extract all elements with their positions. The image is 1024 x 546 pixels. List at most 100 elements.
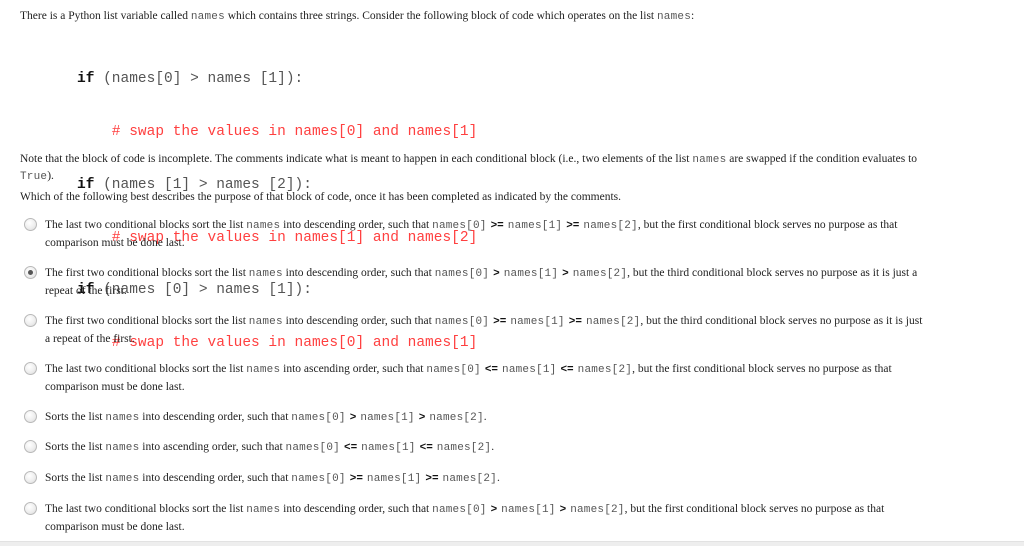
radio-button[interactable] — [24, 218, 37, 231]
option-operator: > — [559, 504, 567, 516]
code-text: (names[0] > names [1]): — [94, 71, 304, 88]
option-text-mid: into descending order, such that — [280, 503, 433, 515]
option-text-pre: Sorts the list — [45, 411, 106, 423]
intro-var2: names — [657, 11, 692, 23]
answer-option[interactable]: Sorts the list names into descending ord… — [24, 470, 924, 488]
option-label: Sorts the list names into descending ord… — [45, 470, 924, 488]
option-text-mid: into ascending order, such that — [139, 441, 286, 453]
answer-option[interactable]: Sorts the list names into ascending orde… — [24, 439, 924, 457]
option-operator: >= — [566, 220, 580, 232]
option-expr: names[1] — [502, 364, 557, 376]
radio-button-selected[interactable] — [24, 266, 37, 279]
option-label: The last two conditional blocks sort the… — [45, 217, 924, 252]
option-expr: names[2] — [572, 268, 628, 280]
option-var: names — [246, 504, 281, 516]
answer-option[interactable]: The last two conditional blocks sort the… — [24, 217, 924, 252]
answer-option[interactable]: The last two conditional blocks sort the… — [24, 361, 924, 396]
option-expr: names[2] — [577, 364, 633, 376]
intro-var: names — [190, 11, 225, 23]
note-part2: are swapped if the condition evaluates t… — [726, 153, 918, 165]
option-text-post: . — [496, 472, 500, 484]
option-label: The last two conditional blocks sort the… — [45, 361, 924, 396]
option-expr: names[0] — [434, 316, 490, 328]
radio-button[interactable] — [24, 471, 37, 484]
code-keyword: if — [77, 71, 95, 88]
option-text-pre: The last two conditional blocks sort the… — [45, 503, 247, 515]
option-text-post: . — [491, 441, 495, 453]
option-expr: names[2] — [585, 316, 641, 328]
option-expr: names[0] — [434, 268, 490, 280]
option-operator: > — [349, 412, 357, 424]
option-text-mid: into descending order, such that — [139, 411, 292, 423]
option-text-pre: The first two conditional blocks sort th… — [45, 315, 249, 327]
option-text-mid: into descending order, such that — [280, 219, 433, 231]
option-var: names — [248, 268, 283, 280]
option-operator: > — [490, 504, 498, 516]
option-operator: >= — [425, 473, 439, 485]
option-text-mid: into ascending order, such that — [280, 363, 427, 375]
option-text-post: . — [483, 411, 487, 423]
code-comment: # swap the values in names[0] and names[… — [77, 123, 478, 140]
option-expr: names[0] — [285, 442, 340, 454]
option-operator: <= — [560, 364, 574, 376]
option-operator: > — [562, 268, 569, 280]
option-expr: names[2] — [442, 473, 497, 485]
code-line: if (names[0] > names [1]): — [77, 71, 477, 89]
option-var: names — [105, 412, 140, 424]
option-expr: names[0] — [291, 412, 346, 424]
radio-button[interactable] — [24, 410, 37, 423]
option-operator: <= — [343, 442, 358, 454]
note-true-keyword: True — [20, 171, 48, 183]
option-label: The first two conditional blocks sort th… — [45, 265, 924, 300]
note-part1: Note that the block of code is incomplet… — [20, 153, 693, 165]
option-text-mid: into descending order, such that — [282, 267, 435, 279]
note-var: names — [692, 154, 727, 166]
option-text-pre: The last two conditional blocks sort the… — [45, 363, 247, 375]
option-text-pre: Sorts the list — [45, 472, 106, 484]
intro-after: which contains three strings. Consider t… — [224, 10, 657, 22]
answer-option[interactable]: The first two conditional blocks sort th… — [24, 265, 924, 300]
option-operator: <= — [484, 364, 499, 376]
option-text-pre: Sorts the list — [45, 441, 106, 453]
option-text-pre: The first two conditional blocks sort th… — [45, 267, 249, 279]
option-expr: names[1] — [361, 442, 416, 454]
intro-end: : — [691, 10, 695, 22]
option-expr: names[0] — [432, 504, 487, 516]
option-text-mid: into descending order, such that — [139, 472, 292, 484]
option-expr: names[0] — [291, 473, 346, 485]
radio-button[interactable] — [24, 314, 37, 327]
note-part3: ). — [47, 170, 54, 182]
option-label: The first two conditional blocks sort th… — [45, 313, 924, 348]
option-label: The last two conditional blocks sort the… — [45, 501, 924, 536]
option-expr: names[1] — [366, 473, 422, 485]
option-var: names — [248, 316, 283, 328]
option-expr: names[2] — [436, 442, 492, 454]
intro-before: There is a Python list variable called — [20, 10, 191, 22]
option-var: names — [246, 364, 281, 376]
option-text-mid: into descending order, such that — [282, 315, 435, 327]
answer-option[interactable]: The last two conditional blocks sort the… — [24, 501, 924, 536]
radio-button[interactable] — [24, 440, 37, 453]
question-text: Which of the following best describes th… — [20, 191, 622, 203]
bottom-divider — [0, 541, 1024, 546]
option-expr: names[2] — [583, 220, 638, 232]
option-expr: names[0] — [426, 364, 481, 376]
option-expr: names[1] — [507, 220, 563, 232]
option-operator: >= — [349, 473, 363, 485]
option-var: names — [105, 473, 140, 485]
option-label: Sorts the list names into descending ord… — [45, 409, 924, 427]
radio-button[interactable] — [24, 362, 37, 375]
radio-button[interactable] — [24, 502, 37, 515]
option-operator: > — [493, 268, 500, 280]
option-expr: names[0] — [432, 220, 487, 232]
option-expr: names[1] — [503, 268, 559, 280]
answer-option[interactable]: Sorts the list names into descending ord… — [24, 409, 924, 427]
option-operator: >= — [493, 316, 507, 328]
answer-option[interactable]: The first two conditional blocks sort th… — [24, 313, 924, 348]
quiz-page: There is a Python list variable called n… — [0, 0, 1024, 541]
option-operator: > — [418, 412, 426, 424]
option-expr: names[1] — [360, 412, 415, 424]
option-expr: names[1] — [510, 316, 565, 328]
option-var: names — [246, 220, 281, 232]
option-operator: <= — [419, 442, 433, 454]
